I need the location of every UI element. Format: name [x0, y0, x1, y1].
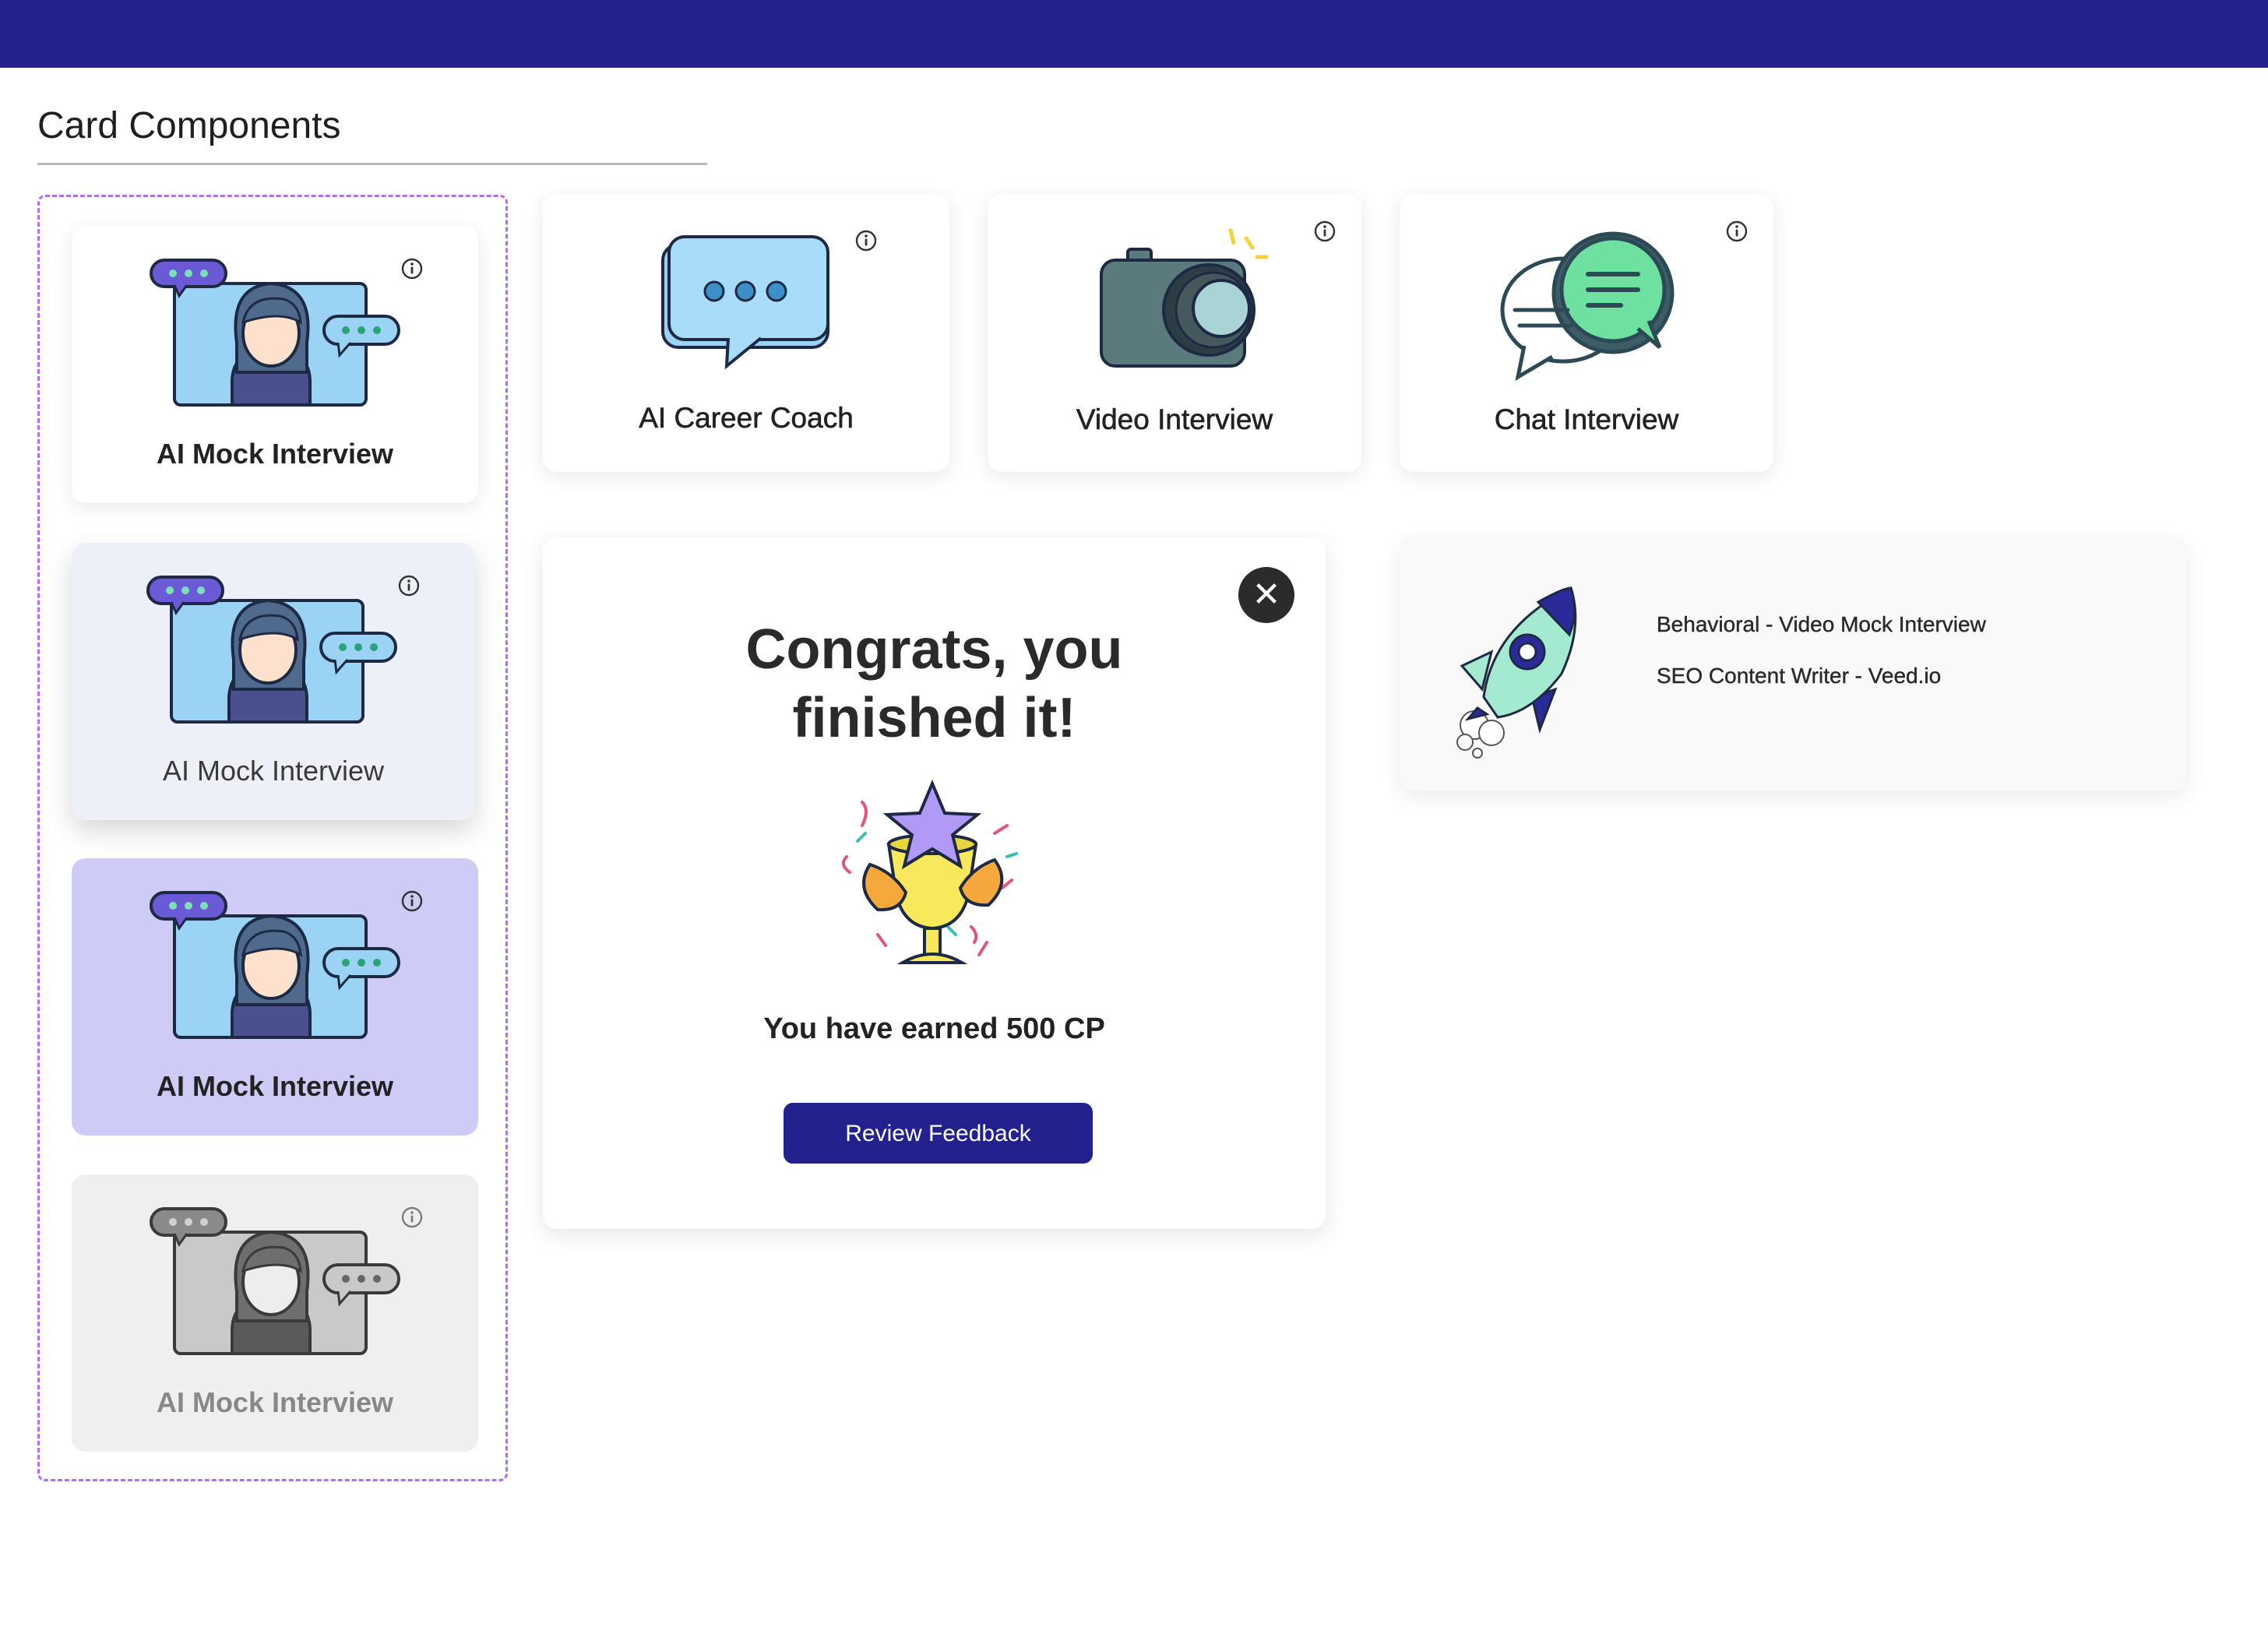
rocket-icon — [1456, 586, 1577, 759]
congrats-title-line2: finished it! — [792, 687, 1076, 749]
career-coach-card[interactable]: AI Career Coach — [543, 195, 949, 472]
congrats-title: Congrats, you finished it! — [543, 615, 1326, 752]
mock-interview-card-disabled: AI Mock Interview — [72, 1174, 478, 1452]
chat-bubble-illustration — [661, 235, 829, 370]
info-icon[interactable] — [1313, 220, 1336, 243]
congrats-title-line1: Congrats, you — [745, 618, 1123, 681]
info-icon[interactable] — [400, 257, 424, 280]
info-icon[interactable] — [400, 889, 424, 913]
card-label: AI Mock Interview — [156, 438, 394, 470]
info-icon[interactable] — [397, 574, 421, 597]
mock-interview-illustration — [150, 1207, 400, 1355]
card-label: AI Mock Interview — [162, 755, 385, 787]
mock-interview-card-default[interactable]: AI Mock Interview — [72, 226, 478, 503]
points-earned-text: You have earned 500 CP — [763, 1012, 1105, 1045]
review-feedback-button[interactable]: Review Feedback — [784, 1103, 1093, 1164]
info-icon[interactable] — [854, 229, 878, 252]
card-label: AI Career Coach — [639, 402, 854, 435]
mock-interview-illustration — [146, 576, 397, 724]
mock-interview-illustration — [150, 891, 400, 1039]
info-icon — [400, 1206, 424, 1229]
info-icon[interactable] — [1725, 220, 1749, 243]
card-label: Video Interview — [1076, 403, 1273, 436]
chat-interview-card[interactable]: Chat Interview — [1400, 195, 1773, 472]
mock-interview-illustration — [150, 259, 400, 407]
page-title: Card Components — [37, 105, 341, 146]
top-bar — [0, 0, 2268, 68]
card-label: Chat Interview — [1494, 403, 1679, 436]
video-interview-card[interactable]: Video Interview — [988, 195, 1361, 472]
congrats-modal: ✕ Congrats, you finished it! You have ea… — [543, 537, 1326, 1229]
title-divider — [37, 163, 707, 165]
mock-interview-card-selected[interactable]: AI Mock Interview — [72, 858, 478, 1136]
mock-interview-card-hover[interactable]: AI Mock Interview — [72, 543, 475, 820]
notice-job-title: SEO Content Writer - Veed.io — [1657, 664, 1942, 688]
card-label: AI Mock Interview — [156, 1386, 394, 1418]
interview-notice-card[interactable]: Behavioral - Video Mock Interview SEO Co… — [1400, 537, 2186, 791]
card-label: AI Mock Interview — [156, 1070, 394, 1102]
camera-illustration — [1100, 228, 1269, 368]
chat-bubbles-illustration — [1500, 231, 1675, 382]
trophy-icon — [841, 779, 1018, 964]
notice-interview-title: Behavioral - Video Mock Interview — [1657, 612, 1986, 636]
